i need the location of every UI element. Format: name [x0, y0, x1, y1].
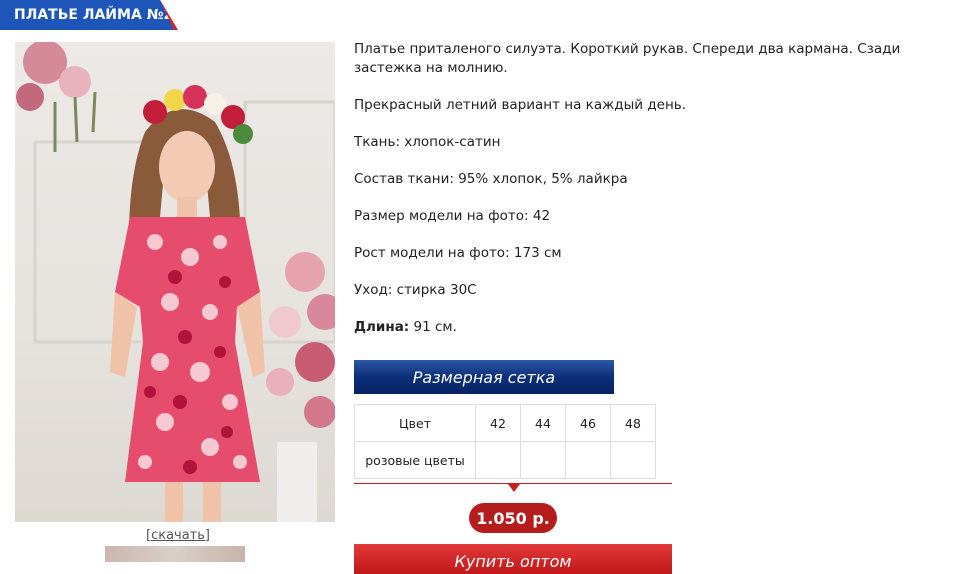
quantity-cell[interactable] [565, 441, 611, 479]
length-value: 91 см. [409, 319, 457, 335]
table-cell: 42 [475, 404, 521, 442]
description-line: Уход: стирка 30С [354, 282, 477, 298]
quantity-cell[interactable] [610, 441, 656, 479]
product-photo-illustration [16, 42, 335, 522]
description-line: Прекрасный летний вариант на каждый день… [354, 97, 687, 113]
description-line: Ткань: хлопок-сатин [354, 134, 501, 150]
description-line: Платье приталеного силуэта. Короткий рук… [354, 41, 901, 76]
table-cell: 48 [610, 404, 656, 442]
quantity-cell[interactable] [475, 441, 521, 479]
buy-wholesale-button[interactable]: Купить оптом [354, 544, 672, 574]
product-title: ПЛАТЬЕ ЛАЙМА №2 [14, 7, 174, 23]
description-line: Размер модели на фото: 42 [354, 208, 551, 224]
description-line: Рост модели на фото: 173 см [354, 245, 562, 261]
table-cell: 46 [565, 404, 611, 442]
length-label: Длина: [354, 319, 410, 335]
table-cell: Цвет [354, 404, 476, 442]
table-row: розовые цветы [354, 441, 656, 479]
size-chart-button[interactable]: Размерная сетка [354, 360, 614, 394]
description-line: Состав ткани: 95% хлопок, 5% лайкра [354, 171, 628, 187]
thumbnail-image[interactable] [105, 546, 245, 562]
download-link[interactable]: [скачать] [146, 528, 210, 543]
table-cell: розовые цветы [354, 441, 476, 479]
size-table-header: Цвет 42 44 46 48 [354, 404, 656, 442]
product-photo[interactable] [15, 42, 335, 522]
size-table: Цвет 42 44 46 48 розовые цветы [354, 404, 656, 479]
quantity-cell[interactable] [520, 441, 566, 479]
length-line: Длина: 91 см. [354, 318, 964, 337]
price-badge: 1.050 р. [469, 503, 557, 533]
table-cell: 44 [520, 404, 566, 442]
product-description: Платье приталеного силуэта. Короткий рук… [354, 40, 964, 337]
product-title-tab: ПЛАТЬЕ ЛАЙМА №2 [0, 0, 178, 30]
price-arrow-icon [508, 484, 520, 492]
